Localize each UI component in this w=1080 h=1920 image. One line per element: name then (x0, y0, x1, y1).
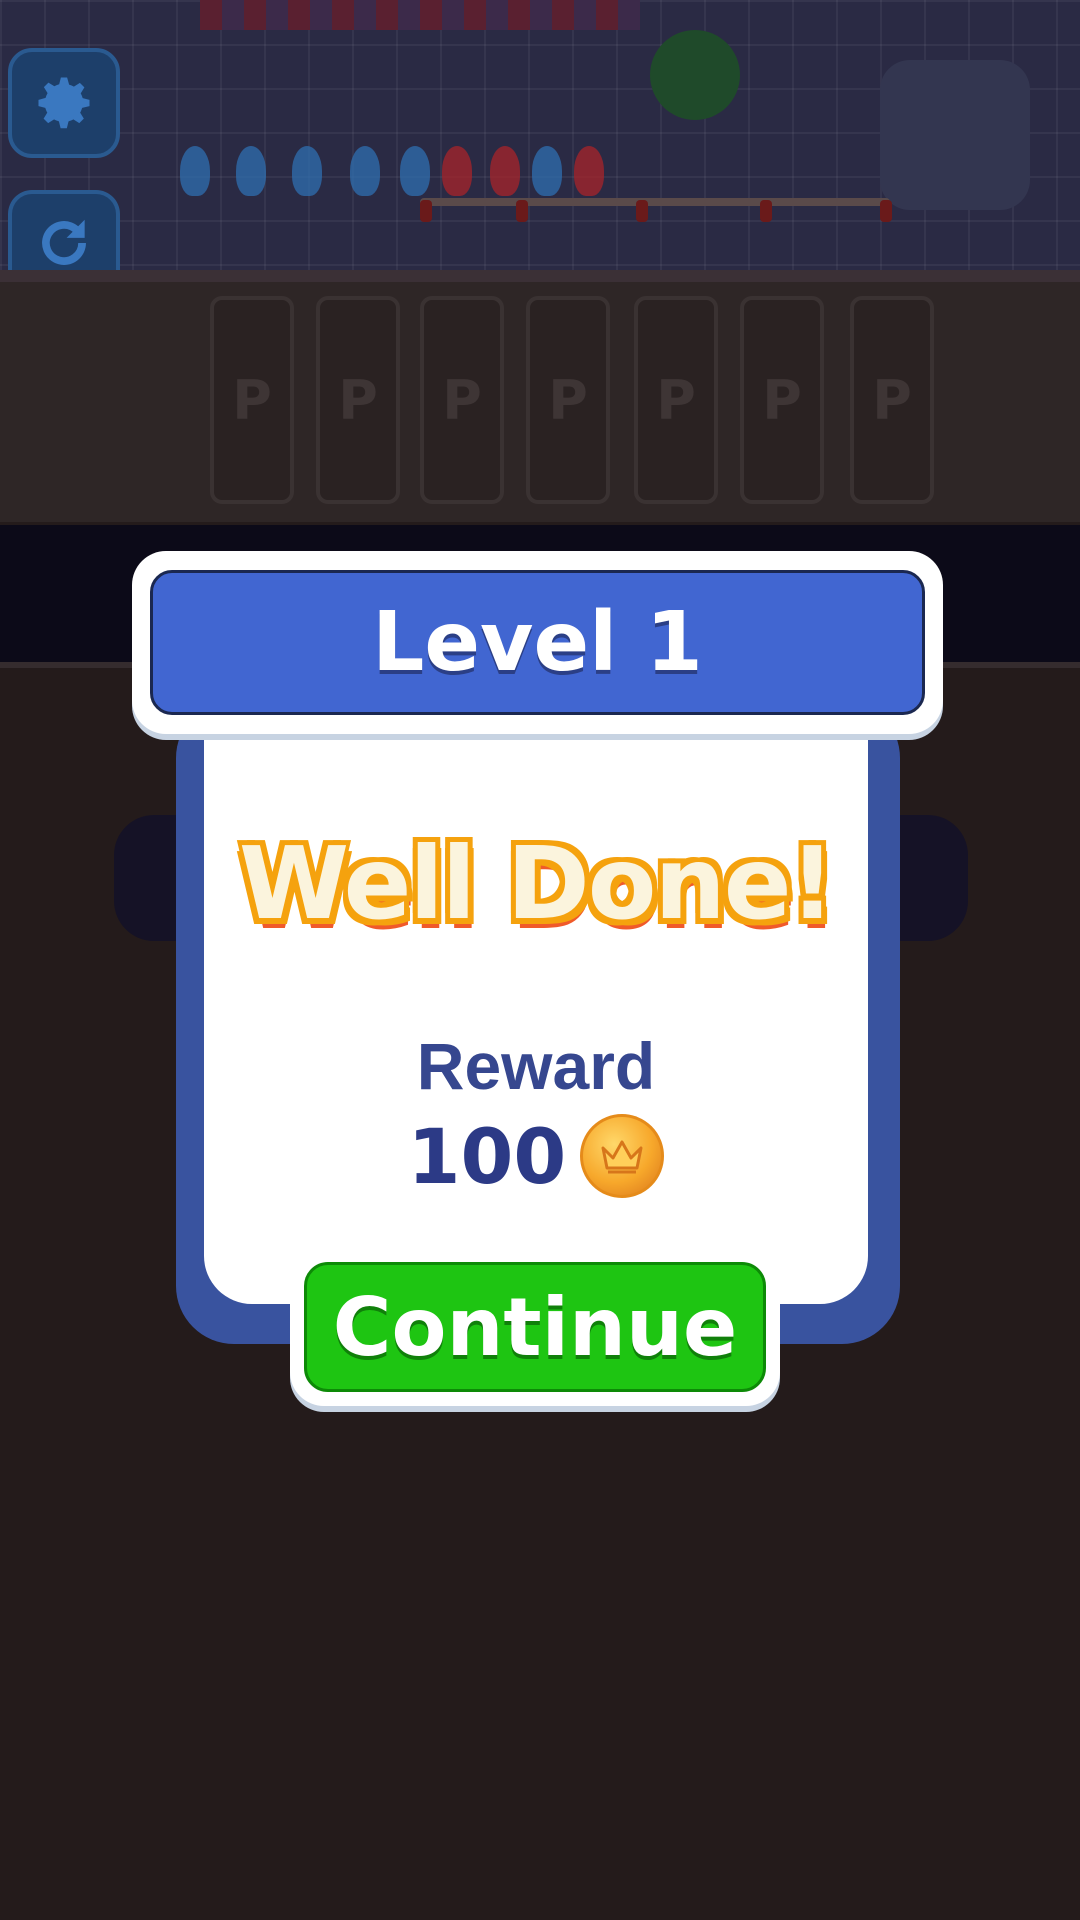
pipe-peg (880, 200, 892, 222)
kettle-decoration (880, 60, 1030, 210)
slot-letter: P (656, 368, 696, 432)
conveyor-track (0, 270, 1080, 282)
empty-slot: P (740, 296, 824, 504)
level-title: Level 1 (372, 595, 703, 690)
nozzle (180, 146, 210, 196)
slot-letter: P (762, 368, 802, 432)
empty-slot: P (420, 296, 504, 504)
nozzle (574, 146, 604, 196)
crown-coin-icon (580, 1114, 665, 1198)
nozzle (532, 146, 562, 196)
nozzle (442, 146, 472, 196)
pipe-rail (420, 198, 890, 206)
restart-icon (42, 219, 86, 265)
slot-letter: P (232, 368, 272, 432)
crown-icon (601, 1140, 643, 1174)
dialog-content (204, 700, 868, 1304)
pipe-peg (516, 200, 528, 222)
empty-slot: P (526, 296, 610, 504)
nozzle (490, 146, 520, 196)
slot-letter: P (872, 368, 912, 432)
nozzle (400, 146, 430, 196)
empty-slot: P (210, 296, 294, 504)
nozzle (236, 146, 266, 196)
empty-slot: P (634, 296, 718, 504)
nozzle (292, 146, 322, 196)
reward-amount: 100 (407, 1111, 567, 1201)
nozzle (350, 146, 380, 196)
slot-letter: P (338, 368, 378, 432)
plant-decoration (650, 30, 740, 120)
pipe-peg (636, 200, 648, 222)
reward-label: Reward (416, 1029, 656, 1103)
reward-row: 100 (204, 1108, 868, 1204)
empty-slot: P (316, 296, 400, 504)
continue-label: Continue (332, 1280, 738, 1374)
well-done-headline: Well Done! (236, 823, 837, 945)
continue-button[interactable]: Continue (304, 1262, 766, 1392)
title-bar: Level 1 (150, 570, 925, 715)
pipe-peg (420, 200, 432, 222)
slot-letter: P (548, 368, 588, 432)
gear-icon (38, 77, 90, 129)
settings-button[interactable] (8, 48, 120, 158)
pipe-peg (760, 200, 772, 222)
slot-letter: P (442, 368, 482, 432)
empty-slot: P (850, 296, 934, 504)
awning (200, 0, 640, 30)
restart-button[interactable] (8, 190, 120, 270)
